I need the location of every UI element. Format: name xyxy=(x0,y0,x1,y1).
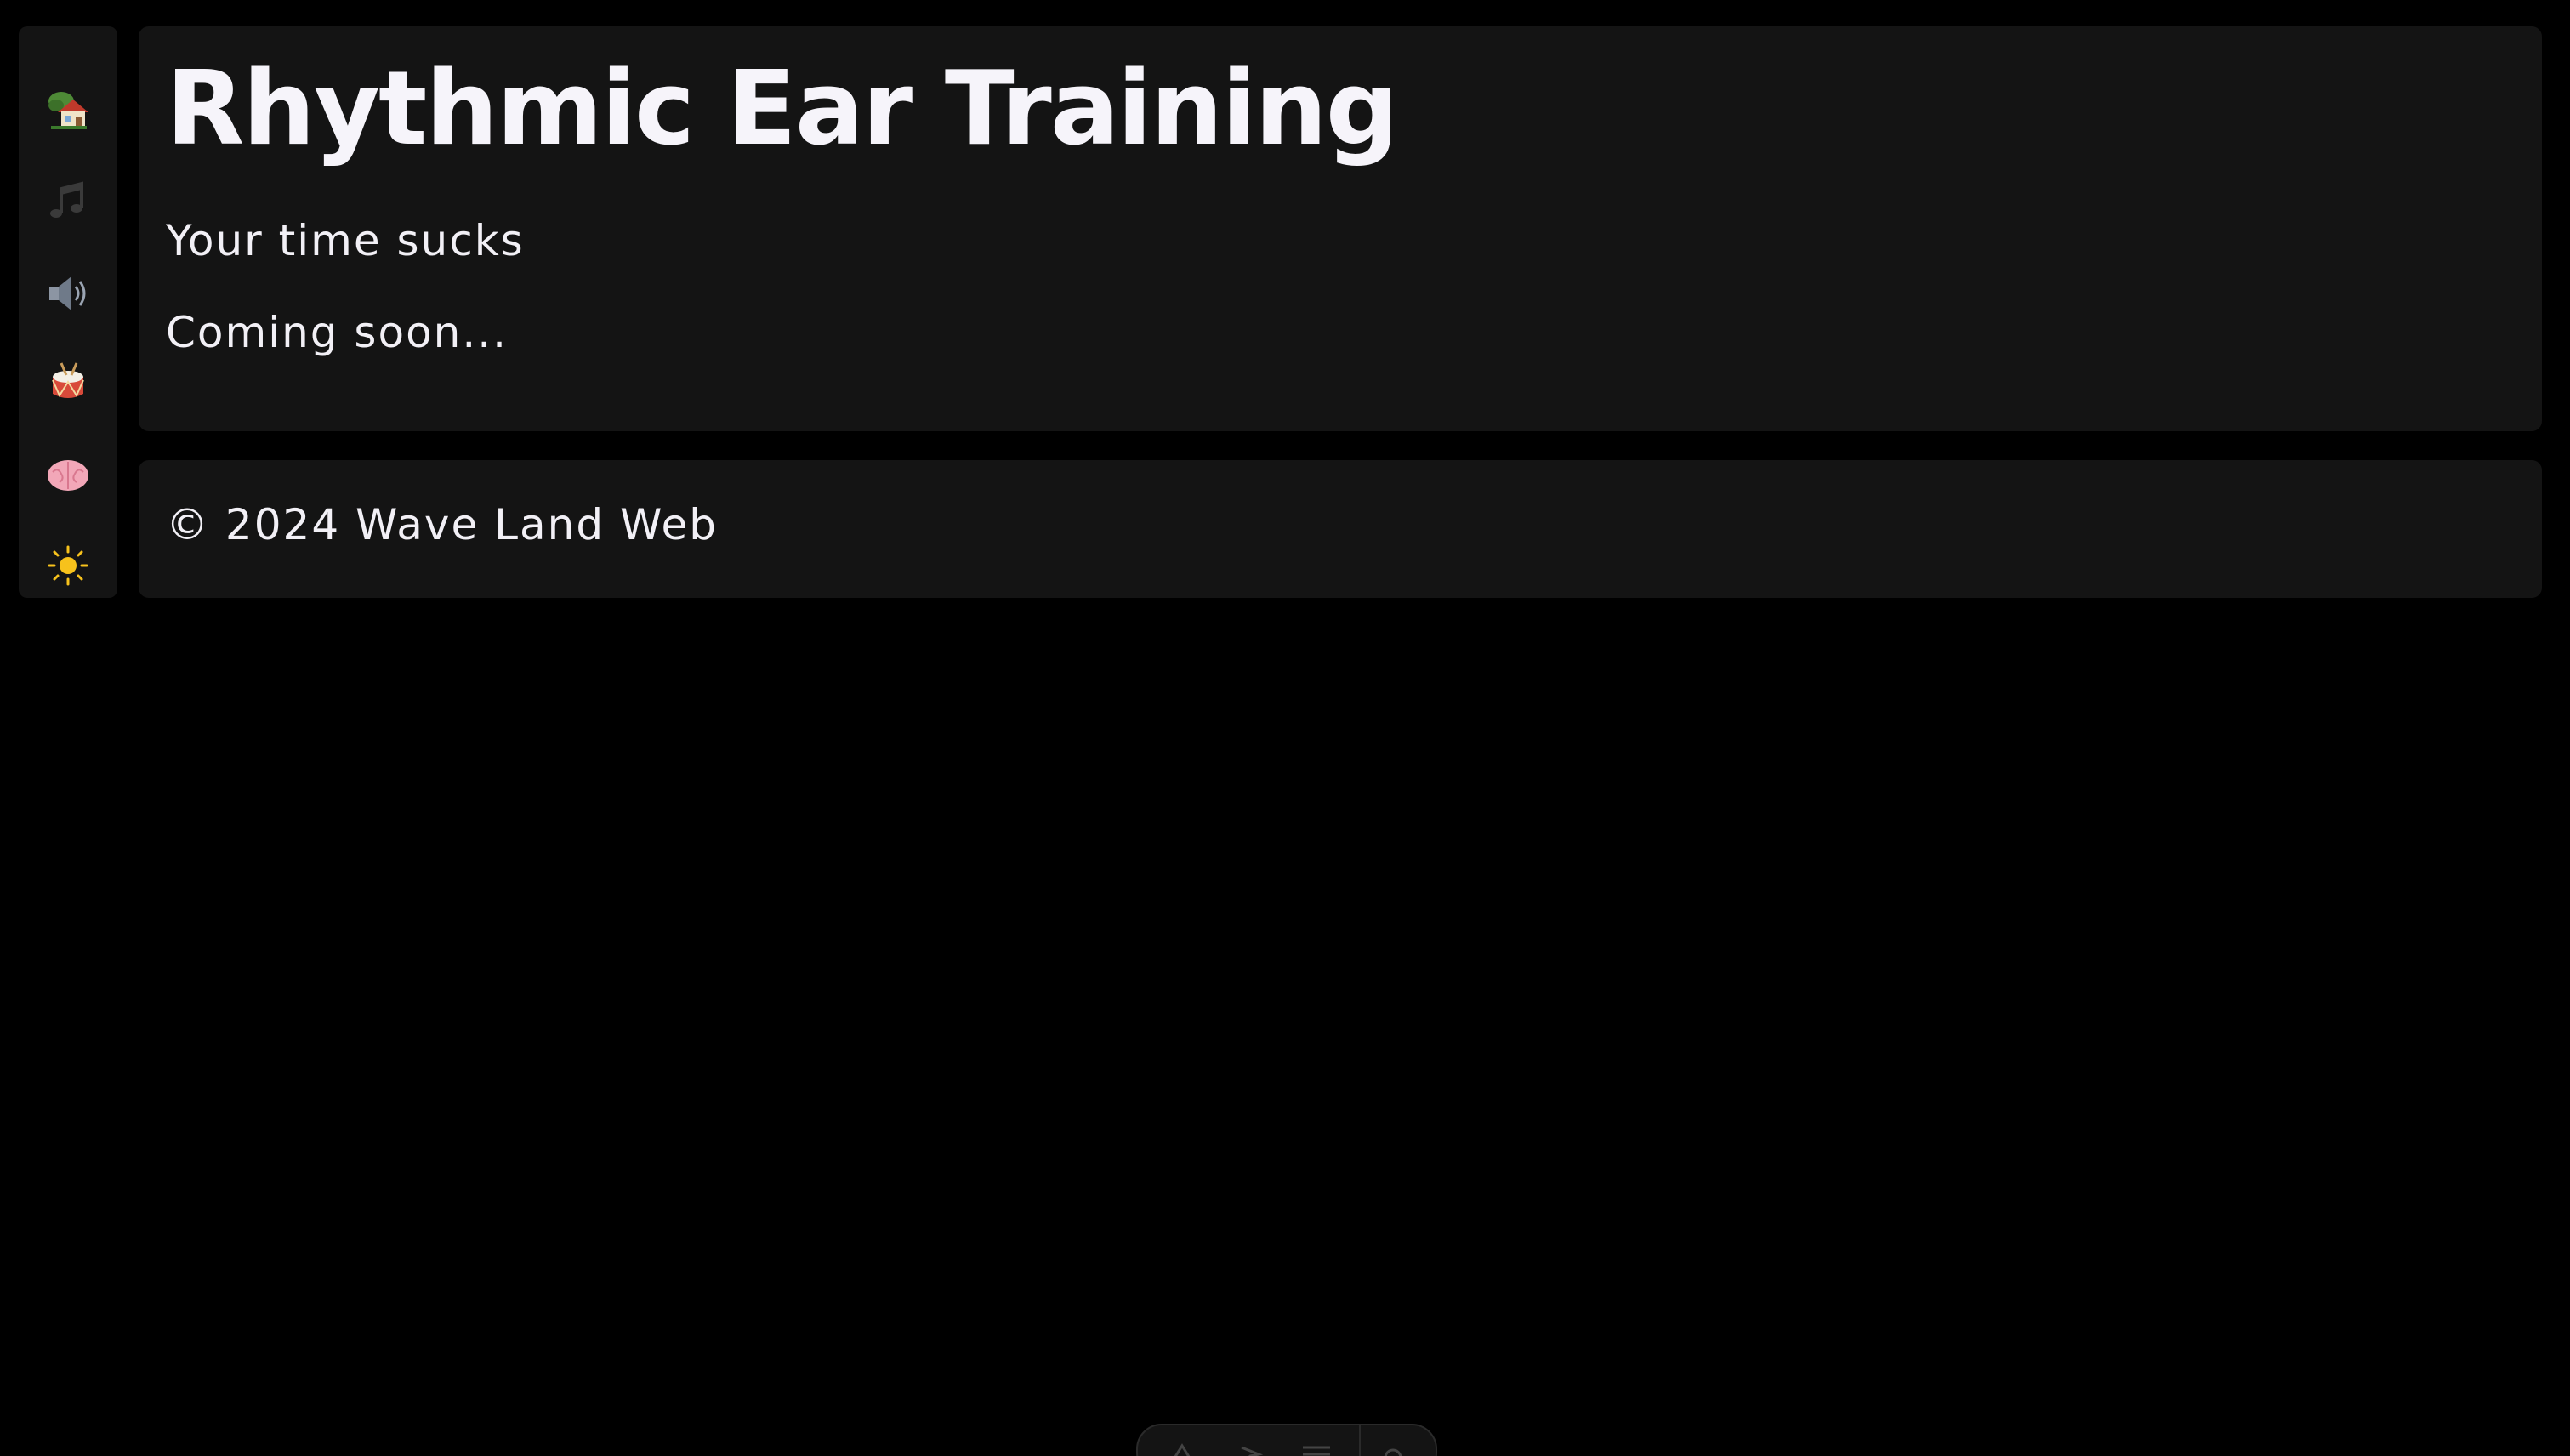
music-notes-icon xyxy=(50,181,83,218)
brain-icon xyxy=(48,460,88,491)
sidebar-item-sound[interactable] xyxy=(19,255,117,332)
sidebar xyxy=(19,26,117,598)
sidebar-item-music[interactable] xyxy=(19,164,117,241)
toolbar-pointer-icon[interactable] xyxy=(1233,1442,1267,1456)
toolbar-divider xyxy=(1359,1425,1361,1456)
copyright-text: © 2024 Wave Land Web xyxy=(166,500,718,549)
page-title: Rhythmic Ear Training xyxy=(166,50,1399,168)
footer: © 2024 Wave Land Web xyxy=(139,460,2542,598)
dev-toolbar xyxy=(1136,1424,1437,1456)
coming-soon-text: Coming soon... xyxy=(166,308,509,357)
sidebar-item-mind[interactable] xyxy=(19,437,117,514)
toolbar-logo-icon[interactable] xyxy=(1165,1442,1199,1456)
sidebar-item-rhythm[interactable] xyxy=(19,345,117,422)
toolbar-settings-icon[interactable] xyxy=(1376,1442,1410,1456)
page-subtitle: Your time sucks xyxy=(166,216,525,265)
drum-icon xyxy=(52,362,84,398)
sidebar-item-theme-toggle[interactable] xyxy=(19,527,117,604)
main-content-card: Rhythmic Ear Training Your time sucks Co… xyxy=(139,26,2542,431)
speaker-icon xyxy=(49,276,86,310)
sun-icon xyxy=(48,545,88,586)
toolbar-menu-icon[interactable] xyxy=(1299,1442,1333,1456)
sidebar-item-home[interactable] xyxy=(19,72,117,149)
home-icon xyxy=(48,92,88,129)
